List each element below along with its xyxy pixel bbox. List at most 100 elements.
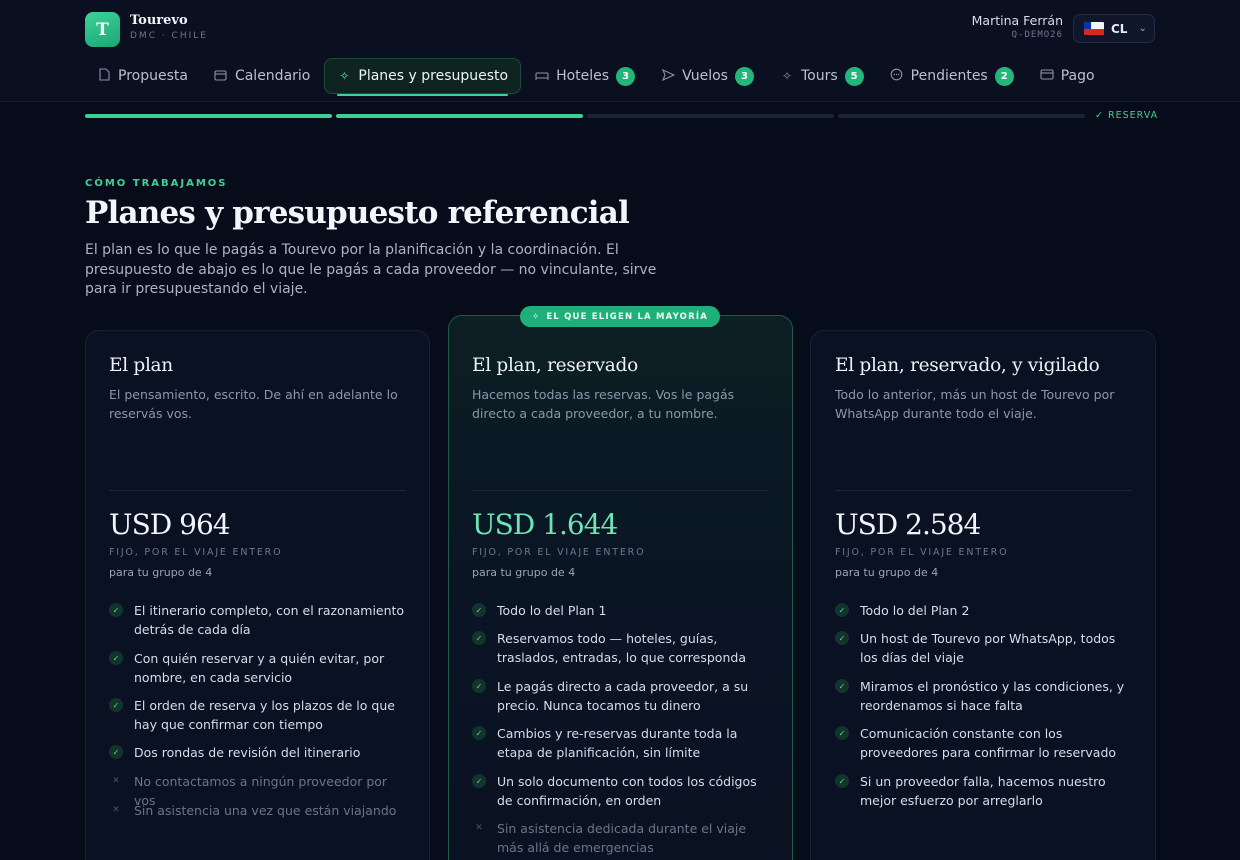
feature-item: ✓ El itinerario completo, con el razonami…	[109, 601, 409, 639]
feature-text: El itinerario completo, con el razonamie…	[134, 603, 405, 637]
plan-price: USD 964	[109, 508, 231, 541]
tab-bar: Propuesta Calendario ✧ Planes y presupue…	[85, 57, 1109, 96]
progress-segment	[587, 114, 834, 118]
feature-item: ✓ Un host de Tourevo por WhatsApp, todos …	[835, 629, 1135, 667]
chevron-down-icon: ⌄	[1138, 23, 1147, 34]
tab-label: Tours	[800, 68, 838, 84]
feature-item: ✓ Con quién reservar y a quién evitar, po…	[109, 649, 409, 687]
check-icon: ✓	[109, 651, 123, 665]
feature-item-excluded: ✕ Sin asistencia dedicada durante el viaj…	[472, 819, 772, 857]
x-icon: ✕	[475, 823, 483, 833]
feature-item: ✓ Le pagás directo a cada proveedor, a su…	[472, 677, 772, 715]
tab-tours[interactable]: ✧ Tours 5	[768, 58, 876, 94]
feature-text: Un solo documento con todos los códigos …	[497, 774, 757, 808]
brand-logo[interactable]: T	[85, 12, 120, 47]
check-icon: ✓	[835, 774, 849, 788]
check-icon: ✓	[472, 603, 486, 617]
feature-text: Le pagás directo a cada proveedor, a su …	[497, 679, 749, 713]
check-icon: ✓	[109, 698, 123, 712]
progress-segment	[85, 114, 332, 118]
price-note: FIJO, POR EL VIAJE ENTERO	[472, 547, 646, 558]
check-icon: ✓	[109, 745, 123, 759]
tab-pago[interactable]: Pago	[1028, 58, 1107, 94]
check-icon: ✓	[835, 679, 849, 693]
tab-planes-y-presupuesto[interactable]: ✧ Planes y presupuesto	[324, 58, 522, 96]
feature-text: Reservamos todo — hoteles, guías, trasla…	[497, 631, 746, 665]
tab-label: Pago	[1060, 68, 1095, 84]
booking-progress	[85, 114, 1085, 118]
feature-item: ✓ Todo lo del Plan 1	[472, 601, 772, 620]
check-icon: ✓	[835, 726, 849, 740]
tab-vuelos[interactable]: Vuelos 3	[649, 58, 766, 94]
plan-title: El plan, reservado, y vigilado	[835, 355, 1100, 376]
x-icon: ✕	[112, 776, 120, 786]
feature-text: Sin asistencia una vez que están viajand…	[134, 803, 397, 818]
plan-description: Todo lo anterior, más un host de Tourevo…	[835, 387, 1115, 421]
plan-description: El pensamiento, escrito. De ahí en adela…	[109, 387, 398, 421]
feature-item: ✓ Cambios y re-reservas durante toda la e…	[472, 724, 772, 762]
country-selector[interactable]: CL ⌄	[1073, 14, 1155, 43]
count-badge: 3	[616, 66, 636, 86]
divider	[472, 490, 769, 491]
feature-item: ✓ Un solo documento con todos los códigos…	[472, 772, 772, 810]
x-icon: ✕	[112, 805, 120, 815]
count-badge: 5	[844, 66, 864, 86]
chat-icon	[890, 68, 904, 84]
progress-end-label: ✓ RESERVA	[1095, 110, 1159, 121]
check-icon: ✓	[472, 774, 486, 788]
tab-label: Calendario	[234, 68, 311, 84]
document-icon	[97, 68, 111, 84]
feature-text: Si un proveedor falla, hacemos nuestro m…	[860, 774, 1106, 808]
feature-text: Miramos el pronóstico y las condiciones,…	[860, 679, 1125, 713]
chile-flag-icon	[1084, 22, 1104, 35]
card-icon	[1040, 69, 1054, 83]
divider	[109, 490, 406, 491]
bed-icon	[535, 69, 549, 83]
price-note: FIJO, POR EL VIAJE ENTERO	[109, 547, 283, 558]
plan-title: El plan, reservado	[472, 355, 638, 376]
divider	[835, 490, 1132, 491]
feature-item: ✓ Dos rondas de revisión del itinerario	[109, 743, 409, 762]
tab-propuesta[interactable]: Propuesta	[85, 58, 200, 94]
feature-text: Sin asistencia dedicada durante el viaje…	[497, 821, 747, 855]
calendar-icon	[214, 69, 228, 84]
plan-price: USD 2.584	[835, 508, 981, 541]
feature-text: Todo lo del Plan 2	[860, 603, 970, 618]
tab-hoteles[interactable]: Hoteles 3	[523, 58, 647, 94]
tab-calendario[interactable]: Calendario	[202, 58, 322, 94]
quote-code: Q-DEMO26	[1011, 30, 1063, 40]
tab-label: Propuesta	[118, 68, 188, 84]
featured-badge: ✧ EL QUE ELIGEN LA MAYORÍA	[520, 306, 720, 327]
page-title: Planes y presupuesto referencial	[85, 195, 630, 231]
feature-text: Un host de Tourevo por WhatsApp, todos l…	[860, 631, 1116, 665]
tab-pendientes[interactable]: Pendientes 2	[878, 58, 1026, 94]
feature-item: ✓ El orden de reserva y los plazos de lo …	[109, 696, 409, 734]
sparkle-icon: ✧	[781, 69, 792, 83]
sparkle-icon: ✧	[532, 311, 541, 322]
check-icon: ✓	[472, 726, 486, 740]
price-note: FIJO, POR EL VIAJE ENTERO	[835, 547, 1009, 558]
brand-subtitle: DMC · CHILE	[130, 31, 208, 41]
count-badge: 3	[734, 66, 754, 86]
intro-text: El plan es lo que le pagás a Tourevo por…	[85, 242, 657, 297]
plan-description: Hacemos todas las reservas. Vos le pagás…	[472, 387, 735, 421]
featured-badge-label: EL QUE ELIGEN LA MAYORÍA	[546, 311, 708, 322]
feature-text: Todo lo del Plan 1	[497, 603, 607, 618]
feature-text: Cambios y re-reservas durante toda la et…	[497, 726, 738, 760]
feature-item: ✓ Todo lo del Plan 2	[835, 601, 1135, 620]
group-size: para tu grupo de 4	[472, 566, 576, 579]
check-icon: ✓	[472, 631, 486, 645]
feature-item-excluded: ✕ Sin asistencia una vez que están viajan…	[109, 801, 409, 820]
check-icon: ✓	[472, 679, 486, 693]
count-badge: 2	[994, 66, 1014, 86]
section-kicker: CÓMO TRABAJAMOS	[85, 178, 228, 189]
feature-item: ✓ Reservamos todo — hoteles, guías, trasl…	[472, 629, 772, 667]
plan-price: USD 1.644	[472, 508, 618, 541]
sparkle-icon: ✧	[339, 69, 350, 83]
plane-icon	[661, 68, 675, 84]
tab-label: Hoteles	[556, 68, 610, 84]
plan-title: El plan	[109, 355, 173, 376]
check-icon: ✓	[835, 603, 849, 617]
check-icon: ✓	[835, 631, 849, 645]
feature-text: El orden de reserva y los plazos de lo q…	[134, 698, 395, 732]
